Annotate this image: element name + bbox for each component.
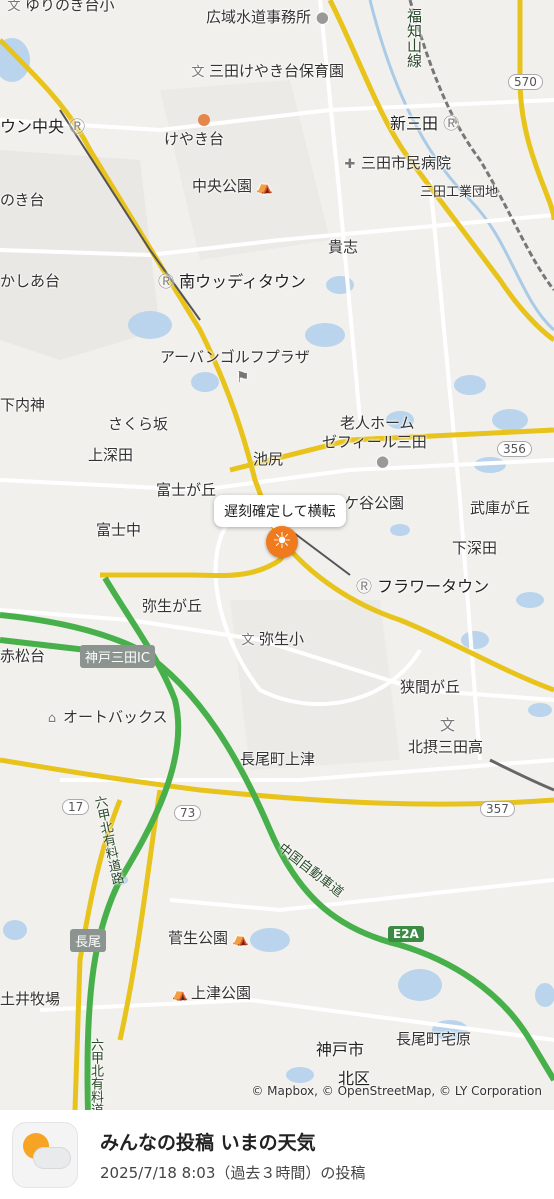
label-koen: ケ谷公園 [344, 494, 405, 512]
label-sanda-industrial: 三田工業団地 [420, 185, 499, 200]
weather-posts-panel[interactable]: みんなの投稿 いまの天気 2025/7/18 8:03（過去３時間）の投稿 [0, 1110, 554, 1199]
route-shield-356: 356 [497, 441, 532, 457]
poi-dot-icon [198, 114, 210, 126]
label-hokusetsu-sanda-high: 北摂三田高 [408, 738, 484, 756]
label-nagaocho-kamitsu: 長尾町上津 [240, 750, 316, 768]
route-shield-357: 357 [480, 801, 515, 817]
label-kamitsu-park: ⛺ 上津公園 [172, 984, 252, 1002]
label-autobacs: ⌂ オートバックス [47, 708, 168, 726]
panel-subtitle: 2025/7/18 8:03（過去３時間）の投稿 [100, 1164, 366, 1182]
label-keyakidai: けやき台 [164, 130, 225, 148]
label-rojin-home: 老人ホーム [340, 414, 415, 432]
label-nokidai: のき台 [0, 191, 45, 209]
label-keyakidai-nursery: 文三田けやき台保育園 [191, 62, 345, 80]
label-shimofukada: 下深田 [452, 539, 498, 557]
weather-thumbnail [12, 1122, 78, 1188]
route-shield-73: 73 [174, 805, 202, 821]
cloud-icon [33, 1147, 71, 1169]
label-akamatsudai: 赤松台 [0, 647, 46, 665]
school-icon: 文 [440, 716, 456, 734]
label-water-office: 広域水道事務所 ● [206, 8, 329, 26]
label-kamifukada: 上深田 [88, 446, 134, 464]
label-hazamagaoka: 狭間が丘 [400, 678, 461, 696]
post-bubble[interactable]: 遅刻確定して横転 [214, 495, 346, 534]
label-mukogaoka: 武庫が丘 [470, 499, 531, 517]
label-fuji-junior-high: 富士中 [96, 521, 142, 539]
flag-icon: ⚑ [236, 368, 250, 386]
label-sanda-hospital: ✚ 三田市民病院 [344, 154, 452, 172]
label-urban-golf: アーバンゴルフプラザ [160, 348, 310, 366]
label-nagaocho-takuhara: 長尾町宅原 [396, 1030, 472, 1048]
map-view[interactable]: 文ゆりのき台小 広域水道事務所 ● 福知山線 文三田けやき台保育園 570 ウン… [0, 0, 554, 1110]
sun-weather-pin-icon[interactable]: ☀ [266, 526, 298, 558]
label-town-chuo-station: ウン中央 Ⓡ [0, 117, 86, 136]
label-kobe-city: 神戸市 [316, 1040, 365, 1059]
label-tsuchii-farm: 土井牧場 [0, 990, 61, 1008]
label-yayoigaoka: 弥生が丘 [142, 597, 203, 615]
label-sakurazaka: さくら坂 [108, 415, 169, 433]
label-chuo-park: 中央公園 ⛺ [192, 177, 273, 195]
label-flower-town-station: Ⓡ フラワータウン [356, 577, 490, 596]
kobe-sanda-ic-sign: 神戸三田IC [80, 645, 155, 668]
map-attribution[interactable]: © Mapbox, © OpenStreetMap, © LY Corporat… [251, 1084, 542, 1098]
route-shield-570: 570 [508, 74, 543, 90]
label-fujigaoka: 富士が丘 [156, 481, 217, 499]
label-sugo-park: 菅生公園 ⛺ [168, 929, 249, 947]
label-fukuchiyama-line: 福知山線 [405, 8, 423, 68]
label-zephyr-sanda: ゼフィール三田 [322, 433, 427, 451]
label-kashiadai: かしあ台 [0, 272, 61, 290]
label-takashi: 貴志 [328, 238, 359, 256]
e2a-shield: E2A [388, 926, 424, 942]
label-ikejiri: 池尻 [253, 450, 284, 468]
label-minami-woody-station: Ⓡ 南ウッディタウン [158, 272, 306, 291]
panel-title: みんなの投稿 いまの天気 [100, 1132, 316, 1154]
nagao-sign: 長尾 [70, 929, 107, 952]
label-shimouchigami: 下内神 [0, 396, 46, 414]
label-shin-sanda-station: 新三田 Ⓡ [390, 114, 460, 133]
label-rokko-north-toll-road-2: 六甲北有料道 [88, 1038, 103, 1110]
route-shield-17: 17 [62, 799, 90, 815]
label-yayoi-elementary: 文弥生小 [241, 630, 305, 648]
label-yurinokidai-school: 文ゆりのき台小 [7, 0, 115, 14]
poi-marker-icon: ● [376, 452, 390, 470]
